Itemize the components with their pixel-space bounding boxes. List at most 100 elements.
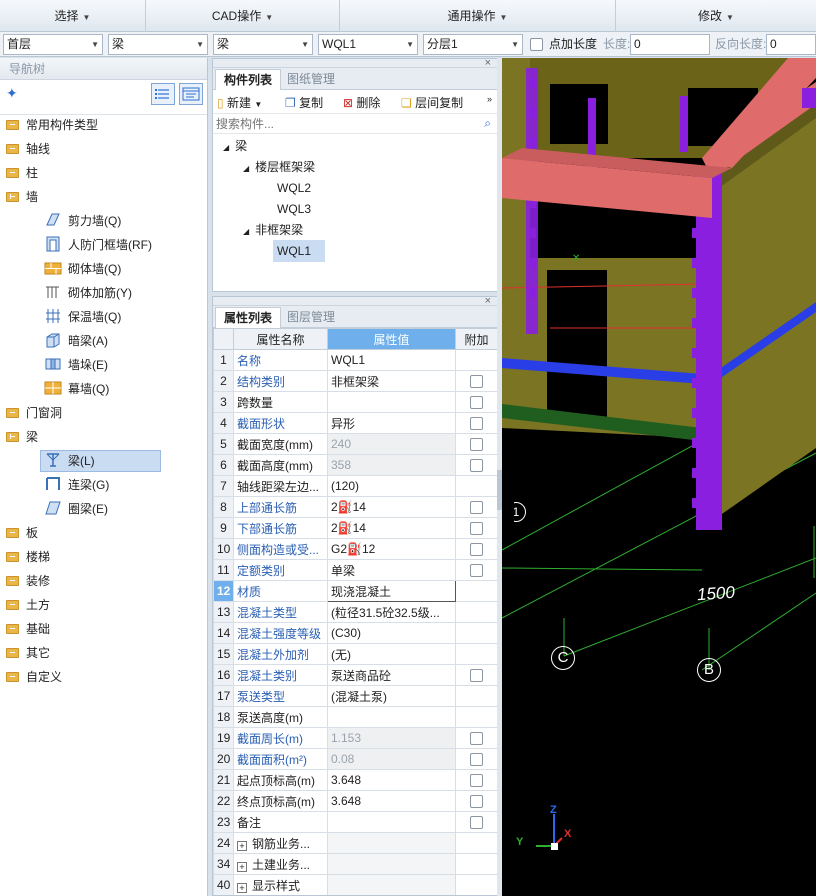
tab-component-list[interactable]: 构件列表 <box>215 69 282 90</box>
property-value[interactable]: 0.08 <box>327 748 456 770</box>
extra-checkbox[interactable] <box>470 375 483 389</box>
delete-button[interactable]: ⊠ 删除 <box>343 94 380 111</box>
nav-item-earthwork[interactable]: 土方 <box>6 594 50 616</box>
property-row[interactable]: 5 截面宽度(mm) 240 <box>213 433 497 455</box>
property-value[interactable] <box>327 811 456 833</box>
axis-gizmo[interactable]: Z Y X <box>512 804 582 864</box>
extra-checkbox[interactable] <box>470 396 483 410</box>
property-value[interactable]: (无) <box>327 643 456 665</box>
nav-item-decoration[interactable]: 装修 <box>6 570 50 592</box>
new-button[interactable]: ▯ 新建 ▼ <box>217 94 262 111</box>
nav-item-masonry-wall[interactable]: 砌体墙(Q) <box>44 258 121 280</box>
property-value[interactable]: 非框架梁 <box>327 370 456 392</box>
nav-item-hidden-beam[interactable]: 暗梁(A) <box>44 330 108 352</box>
property-value[interactable]: WQL1 <box>327 349 456 371</box>
tree-item-wql3[interactable]: WQL3 <box>277 200 311 218</box>
nav-item-stairs[interactable]: 楼梯 <box>6 546 50 568</box>
search-input[interactable] <box>213 114 479 133</box>
property-value[interactable] <box>327 832 456 854</box>
component-select[interactable]: WQL1 ▼ <box>318 34 418 55</box>
extra-checkbox[interactable] <box>470 438 483 452</box>
property-value[interactable]: 泵送商品砼 <box>327 664 456 686</box>
tree-root[interactable]: ◢ 梁 <box>223 137 247 157</box>
detail-view-icon[interactable] <box>179 83 203 105</box>
property-row[interactable]: 2 结构类别 非框架梁 <box>213 370 497 392</box>
property-row[interactable]: 15 混凝土外加剂 (无) <box>213 643 497 665</box>
category-select[interactable]: 梁 ▼ <box>108 34 208 55</box>
axis-bubble-c[interactable]: C <box>551 646 575 670</box>
property-row[interactable]: 1 名称 WQL1 <box>213 349 497 371</box>
extra-checkbox[interactable] <box>470 669 483 683</box>
property-row[interactable]: 22 终点顶标高(m) 3.648 <box>213 790 497 812</box>
nav-item-column[interactable]: 柱 <box>6 162 38 184</box>
menu-general[interactable]: 通用操作 ▼ <box>340 0 616 32</box>
property-value[interactable]: 单梁 <box>327 559 456 581</box>
property-row[interactable]: 19 截面周长(m) 1.153 <box>213 727 497 749</box>
property-value[interactable]: (混凝土泵) <box>327 685 456 707</box>
search-icon[interactable]: ⌕ <box>484 116 491 131</box>
property-value[interactable]: 现浇混凝土 <box>327 580 456 602</box>
property-value[interactable]: (C30) <box>327 622 456 644</box>
property-row[interactable]: 16 混凝土类别 泵送商品砼 <box>213 664 497 686</box>
expand-plus-icon[interactable]: + <box>237 840 247 851</box>
tab-layer-management[interactable]: 图层管理 <box>279 307 343 328</box>
property-value[interactable]: 2⛽14 <box>327 496 456 518</box>
property-value[interactable]: 358 <box>327 454 456 476</box>
axis-bubble-b[interactable]: B <box>697 658 721 682</box>
nav-item-civil-defense-wall[interactable]: 人防门框墙(RF) <box>44 234 152 256</box>
nav-item-curtain-wall[interactable]: 幕墙(Q) <box>44 378 109 400</box>
property-row[interactable]: 4 截面形状 异形 <box>213 412 497 434</box>
extra-checkbox[interactable] <box>470 816 483 830</box>
extra-checkbox[interactable] <box>470 732 483 746</box>
floor-select[interactable]: 首层 ▼ <box>3 34 103 55</box>
reverse-length-input[interactable]: 0 <box>766 34 816 55</box>
menu-cad[interactable]: CAD操作 ▼ <box>146 0 340 32</box>
point-length-checkbox[interactable] <box>530 38 543 51</box>
menu-select[interactable]: 选择 ▼ <box>0 0 146 32</box>
tree-group-frame-beam[interactable]: ◢ 楼层框架梁 <box>243 158 315 178</box>
tree-item-wql1[interactable]: WQL1 <box>273 240 325 262</box>
property-value[interactable] <box>327 853 456 875</box>
subcategory-select[interactable]: 梁 ▼ <box>213 34 313 55</box>
extra-checkbox[interactable] <box>470 543 483 557</box>
tab-drawing-management[interactable]: 图纸管理 <box>279 69 343 90</box>
property-value[interactable] <box>327 706 456 728</box>
extra-checkbox[interactable] <box>470 774 483 788</box>
property-row[interactable]: 18 泵送高度(m) <box>213 706 497 728</box>
property-row[interactable]: 34 + 土建业务... <box>213 853 497 875</box>
nav-item-coupling-beam[interactable]: 连梁(G) <box>44 474 109 496</box>
property-row[interactable]: 20 截面面积(m²) 0.08 <box>213 748 497 770</box>
nav-item-beam-l[interactable]: 梁(L) <box>44 450 95 472</box>
extra-checkbox[interactable] <box>470 795 483 809</box>
property-row[interactable]: 7 轴线距梁左边... (120) <box>213 475 497 497</box>
property-row[interactable]: 10 侧面构造或受... G2⛽12 <box>213 538 497 560</box>
nav-item-custom[interactable]: 自定义 <box>6 666 62 688</box>
sparkle-add-icon[interactable]: ✦ <box>6 85 18 102</box>
extra-checkbox[interactable] <box>470 522 483 536</box>
nav-item-other[interactable]: 其它 <box>6 642 50 664</box>
extra-checkbox[interactable] <box>470 501 483 515</box>
expand-plus-icon[interactable]: + <box>237 882 247 893</box>
tree-item-wql2[interactable]: WQL2 <box>277 179 311 197</box>
property-row[interactable]: 9 下部通长筋 2⛽14 <box>213 517 497 539</box>
nav-item-insulation-wall[interactable]: 保温墙(Q) <box>44 306 121 328</box>
property-row[interactable]: 13 混凝土类型 (粒径31.5砼32.5级... <box>213 601 497 623</box>
property-row[interactable]: 3 跨数量 <box>213 391 497 413</box>
property-value[interactable]: 2⛽14 <box>327 517 456 539</box>
property-value[interactable]: G2⛽12 <box>327 538 456 560</box>
property-value[interactable]: 240 <box>327 433 456 455</box>
property-row[interactable]: 40 + 显示样式 <box>213 874 497 895</box>
copy-button[interactable]: ❐ 复制 <box>285 94 323 111</box>
extra-checkbox[interactable] <box>470 459 483 473</box>
property-value[interactable]: 1.153 <box>327 727 456 749</box>
extra-checkbox[interactable] <box>470 564 483 578</box>
nav-item-ring-beam[interactable]: 圈梁(E) <box>44 498 108 520</box>
nav-item-shear-wall[interactable]: 剪力墙(Q) <box>44 210 121 232</box>
length-input[interactable]: 0 <box>630 34 710 55</box>
more-icon[interactable]: » <box>487 94 492 104</box>
tab-property-list[interactable]: 属性列表 <box>215 307 282 328</box>
nav-item-wall[interactable]: 墙 <box>6 186 38 208</box>
extra-checkbox[interactable] <box>470 753 483 767</box>
property-row[interactable]: 6 截面高度(mm) 358 <box>213 454 497 476</box>
property-row[interactable]: 17 泵送类型 (混凝土泵) <box>213 685 497 707</box>
